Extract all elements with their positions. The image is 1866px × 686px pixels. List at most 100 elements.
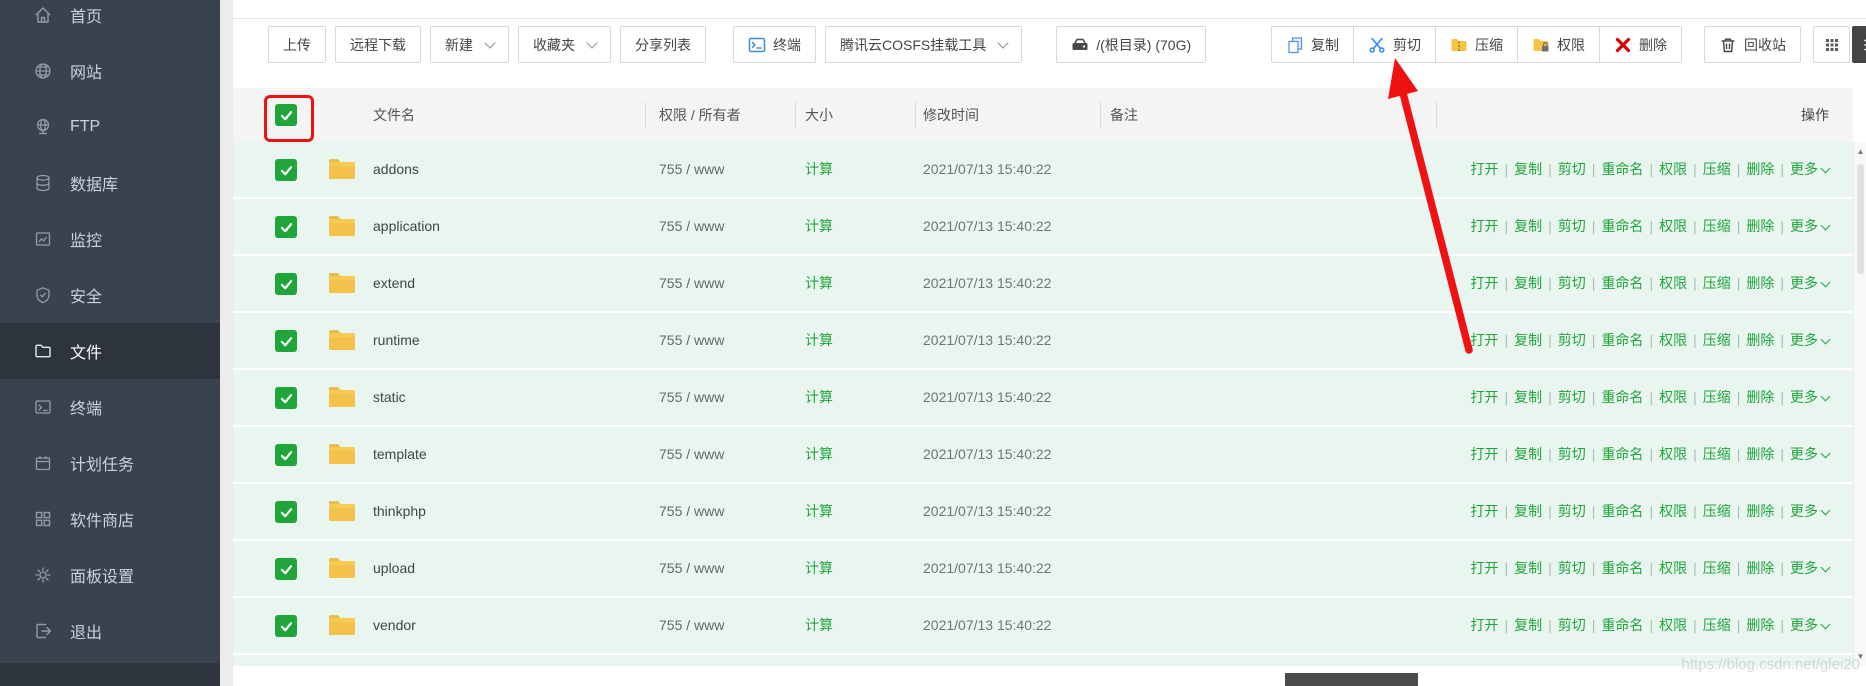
list-view-button[interactable]	[1852, 26, 1866, 63]
row-action-6[interactable]: 压缩	[1703, 560, 1731, 576]
row-action-1[interactable]: 打开	[1471, 560, 1499, 576]
new-dropdown-button[interactable]: 新建	[430, 26, 509, 63]
row-checkbox[interactable]	[275, 273, 297, 295]
row-action-5[interactable]: 权限	[1659, 389, 1687, 405]
row-action-2[interactable]: 复制	[1514, 560, 1542, 576]
row-action-4[interactable]: 重命名	[1601, 218, 1643, 234]
sidebar-item-cron[interactable]: 计划任务	[0, 435, 220, 491]
file-name[interactable]: template	[373, 427, 427, 482]
row-action-8[interactable]: 更多	[1790, 446, 1818, 462]
row-action-1[interactable]: 打开	[1471, 161, 1499, 177]
row-action-1[interactable]: 打开	[1471, 218, 1499, 234]
file-name[interactable]: static	[373, 370, 406, 425]
row-action-6[interactable]: 压缩	[1703, 218, 1731, 234]
row-action-7[interactable]: 删除	[1746, 560, 1774, 576]
sidebar-item-files[interactable]: 文件	[0, 323, 220, 379]
row-action-4[interactable]: 重命名	[1601, 503, 1643, 519]
file-name[interactable]: addons	[373, 142, 419, 197]
row-action-6[interactable]: 压缩	[1703, 617, 1731, 633]
file-name[interactable]: vendor	[373, 598, 416, 653]
row-action-2[interactable]: 复制	[1514, 446, 1542, 462]
row-action-3[interactable]: 剪切	[1558, 161, 1586, 177]
row-action-1[interactable]: 打开	[1471, 446, 1499, 462]
permission-button[interactable]: 权限	[1517, 26, 1600, 63]
row-action-8[interactable]: 更多	[1790, 275, 1818, 291]
row-action-1[interactable]: 打开	[1471, 389, 1499, 405]
select-all-checkbox[interactable]	[275, 104, 297, 126]
sidebar-item-settings[interactable]: 面板设置	[0, 547, 220, 603]
file-name[interactable]: runtime	[373, 313, 420, 368]
row-checkbox[interactable]	[275, 501, 297, 523]
row-action-1[interactable]: 打开	[1471, 503, 1499, 519]
row-action-4[interactable]: 重命名	[1601, 560, 1643, 576]
remote-download-button[interactable]: 远程下载	[335, 26, 421, 63]
row-action-6[interactable]: 压缩	[1703, 332, 1731, 348]
row-action-3[interactable]: 剪切	[1558, 332, 1586, 348]
upload-button[interactable]: 上传	[268, 26, 326, 63]
row-action-8[interactable]: 更多	[1790, 161, 1818, 177]
file-size-calc-link[interactable]: 计算	[805, 199, 833, 254]
row-action-5[interactable]: 权限	[1659, 560, 1687, 576]
cosfs-tool-dropdown-button[interactable]: 腾讯云COSFS挂载工具	[825, 26, 1022, 63]
sidebar-item-home[interactable]: 首页	[0, 0, 220, 43]
row-action-8[interactable]: 更多	[1790, 218, 1818, 234]
file-size-calc-link[interactable]: 计算	[805, 370, 833, 425]
row-action-1[interactable]: 打开	[1471, 332, 1499, 348]
sidebar-item-ftp[interactable]: FTP	[0, 99, 220, 155]
recycle-bin-button[interactable]: 回收站	[1704, 26, 1801, 63]
scrollbar-thumb[interactable]	[1857, 164, 1864, 274]
sidebar-item-database[interactable]: 数据库	[0, 155, 220, 211]
row-action-2[interactable]: 复制	[1514, 161, 1542, 177]
copy-button[interactable]: 复制	[1271, 26, 1354, 63]
sidebar-item-appstore[interactable]: 软件商店	[0, 491, 220, 547]
row-action-3[interactable]: 剪切	[1558, 275, 1586, 291]
row-action-4[interactable]: 重命名	[1601, 446, 1643, 462]
compress-button[interactable]: 压缩	[1435, 26, 1518, 63]
row-action-7[interactable]: 删除	[1746, 275, 1774, 291]
sidebar-item-site[interactable]: 网站	[0, 43, 220, 99]
row-action-5[interactable]: 权限	[1659, 275, 1687, 291]
row-action-7[interactable]: 删除	[1746, 446, 1774, 462]
file-name[interactable]: extend	[373, 256, 415, 311]
file-size-calc-link[interactable]: 计算	[805, 484, 833, 539]
row-action-2[interactable]: 复制	[1514, 218, 1542, 234]
row-action-8[interactable]: 更多	[1790, 617, 1818, 633]
row-action-3[interactable]: 剪切	[1558, 218, 1586, 234]
delete-button[interactable]: 删除	[1599, 26, 1682, 63]
row-action-2[interactable]: 复制	[1514, 332, 1542, 348]
row-checkbox[interactable]	[275, 387, 297, 409]
row-action-5[interactable]: 权限	[1659, 161, 1687, 177]
sidebar-item-monitor[interactable]: 监控	[0, 211, 220, 267]
sidebar-item-terminal[interactable]: 终端	[0, 379, 220, 435]
row-checkbox[interactable]	[275, 159, 297, 181]
row-action-7[interactable]: 删除	[1746, 503, 1774, 519]
sidebar-item-security[interactable]: 安全	[0, 267, 220, 323]
row-checkbox[interactable]	[275, 558, 297, 580]
row-action-3[interactable]: 剪切	[1558, 446, 1586, 462]
row-action-2[interactable]: 复制	[1514, 617, 1542, 633]
row-action-7[interactable]: 删除	[1746, 617, 1774, 633]
row-action-4[interactable]: 重命名	[1601, 389, 1643, 405]
favorites-dropdown-button[interactable]: 收藏夹	[518, 26, 611, 63]
row-checkbox[interactable]	[275, 444, 297, 466]
file-name[interactable]: thinkphp	[373, 484, 426, 539]
terminal-button[interactable]: 终端	[733, 26, 816, 63]
row-checkbox[interactable]	[275, 330, 297, 352]
disk-path-button[interactable]: /(根目录) (70G)	[1056, 26, 1206, 63]
row-action-1[interactable]: 打开	[1471, 275, 1499, 291]
row-action-7[interactable]: 删除	[1746, 218, 1774, 234]
grid-view-button[interactable]	[1813, 26, 1850, 63]
row-action-2[interactable]: 复制	[1514, 503, 1542, 519]
row-action-5[interactable]: 权限	[1659, 617, 1687, 633]
row-action-3[interactable]: 剪切	[1558, 617, 1586, 633]
row-action-2[interactable]: 复制	[1514, 275, 1542, 291]
row-action-7[interactable]: 删除	[1746, 332, 1774, 348]
row-action-1[interactable]: 打开	[1471, 617, 1499, 633]
row-action-6[interactable]: 压缩	[1703, 161, 1731, 177]
row-action-5[interactable]: 权限	[1659, 332, 1687, 348]
row-action-4[interactable]: 重命名	[1601, 161, 1643, 177]
row-action-4[interactable]: 重命名	[1601, 617, 1643, 633]
row-action-6[interactable]: 压缩	[1703, 446, 1731, 462]
row-action-3[interactable]: 剪切	[1558, 389, 1586, 405]
row-action-8[interactable]: 更多	[1790, 389, 1818, 405]
